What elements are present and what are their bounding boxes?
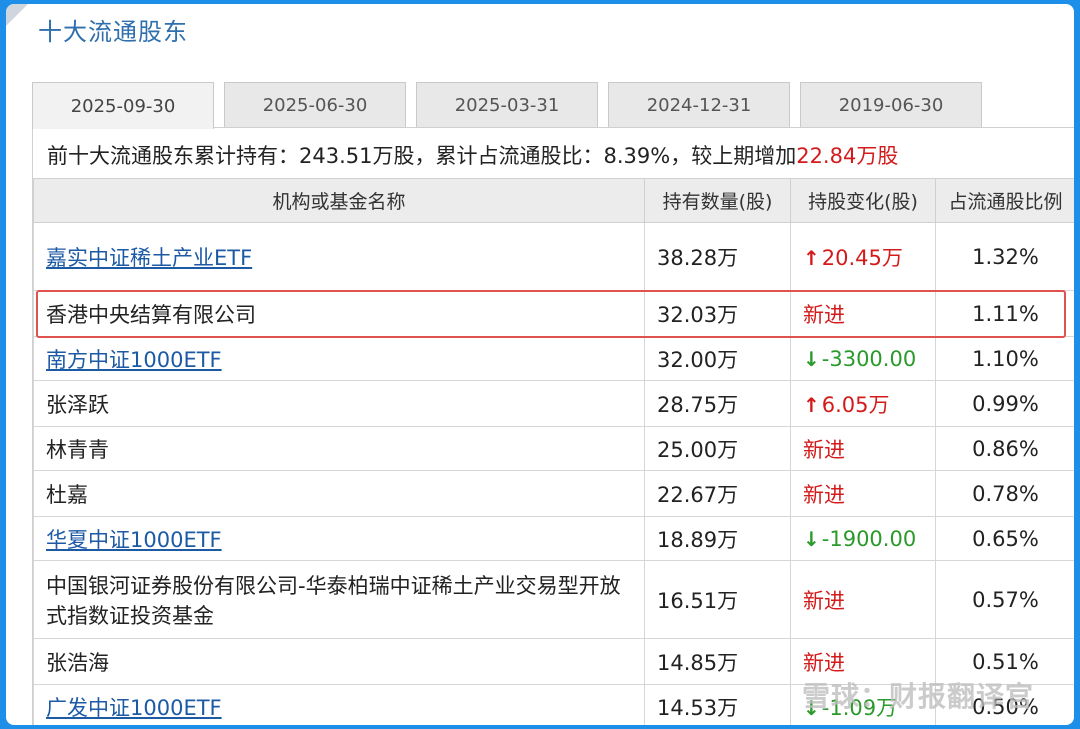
arrow-down-icon: ↓ <box>803 346 820 371</box>
table-header-row: 机构或基金名称 持有数量(股) 持股变化(股) 占流通股比例 <box>33 178 1074 223</box>
tab-2025-09-30[interactable]: 2025-09-30 <box>32 82 214 129</box>
holder-name: 杜嘉 <box>46 482 88 507</box>
cell-ratio: 0.99% <box>935 380 1074 427</box>
holdings-summary: 前十大流通股东累计持有：243.51万股，累计占流通股比：8.39%，较上期增加… <box>47 140 898 170</box>
table-row: 嘉实中证稀土产业ETF 38.28万 ↑20.45万 1.32% <box>33 222 1074 291</box>
tab-content: 前十大流通股东累计持有：243.51万股，累计占流通股比：8.39%，较上期增加… <box>32 127 1074 725</box>
table-row: 香港中央结算有限公司 32.03万 新进 1.11% <box>33 290 1074 337</box>
panel: 十大流通股东 2025-09-30 2025-06-30 2025-03-31 … <box>6 4 1074 725</box>
cell-holding: 18.89万 <box>644 516 791 561</box>
cell-name: 张浩海 <box>33 638 645 685</box>
cell-name: 华夏中证1000ETF <box>33 516 645 561</box>
tab-2019-06-30[interactable]: 2019-06-30 <box>800 82 982 128</box>
cell-holding: 38.28万 <box>644 222 791 291</box>
column-header-change: 持股变化(股) <box>790 178 936 223</box>
arrow-down-icon: ↓ <box>803 526 820 551</box>
cell-ratio: 0.86% <box>935 426 1074 471</box>
cell-name: 嘉实中证稀土产业ETF <box>33 222 645 291</box>
cell-name: 杜嘉 <box>33 470 645 517</box>
column-header-ratio: 占流通股比例 <box>935 178 1074 223</box>
change-value: 新进 <box>803 302 845 327</box>
holder-name: 张泽跃 <box>46 392 109 417</box>
holder-name: 林青青 <box>46 437 109 462</box>
cell-change: ↑20.45万 <box>790 222 936 291</box>
cell-change: ↓-3300.00 <box>790 336 936 381</box>
cell-name: 南方中证1000ETF <box>33 336 645 381</box>
summary-increase: 22.84万股 <box>796 144 899 168</box>
cell-change: ↓-1900.00 <box>790 516 936 561</box>
cell-ratio: 0.57% <box>935 560 1074 639</box>
cell-name: 张泽跃 <box>33 380 645 427</box>
cell-change: 新进 <box>790 470 936 517</box>
column-header-name: 机构或基金名称 <box>33 178 645 223</box>
change-value: 新进 <box>803 482 845 507</box>
cell-holding: 32.03万 <box>644 290 791 337</box>
change-value: -3300.00 <box>821 346 917 371</box>
cell-holding: 32.00万 <box>644 336 791 381</box>
panel-title: 十大流通股东 <box>38 18 188 46</box>
change-value: 新进 <box>803 650 845 675</box>
change-value: 新进 <box>803 588 845 613</box>
cell-name: 广发中证1000ETF <box>33 684 645 725</box>
cell-holding: 28.75万 <box>644 380 791 427</box>
arrow-up-icon: ↑ <box>803 392 820 417</box>
cell-change: 新进 <box>790 560 936 639</box>
change-value: 新进 <box>803 437 845 462</box>
column-header-holding: 持有数量(股) <box>644 178 791 223</box>
table-row: 南方中证1000ETF 32.00万 ↓-3300.00 1.10% <box>33 336 1074 381</box>
table-row: 华夏中证1000ETF 18.89万 ↓-1900.00 0.65% <box>33 516 1074 561</box>
tab-2025-03-31[interactable]: 2025-03-31 <box>416 82 598 128</box>
cell-holding: 16.51万 <box>644 560 791 639</box>
holder-name: 香港中央结算有限公司 <box>46 302 256 327</box>
change-value: -1900.00 <box>821 526 917 551</box>
holder-name: 中国银河证券股份有限公司-华泰柏瑞中证稀土产业交易型开放式指数证投资基金 <box>46 573 621 628</box>
fund-link[interactable]: 广发中证1000ETF <box>46 696 222 720</box>
change-value: 20.45万 <box>821 245 903 270</box>
cell-ratio: 1.11% <box>935 290 1074 337</box>
cell-holding: 22.67万 <box>644 470 791 517</box>
table-row: 林青青 25.00万 新进 0.86% <box>33 426 1074 471</box>
cell-holding: 14.85万 <box>644 638 791 685</box>
table-row: 杜嘉 22.67万 新进 0.78% <box>33 470 1074 517</box>
fund-link[interactable]: 南方中证1000ETF <box>46 348 222 372</box>
shareholders-table: 机构或基金名称 持有数量(股) 持股变化(股) 占流通股比例 嘉实中证稀土产业E… <box>33 178 1074 725</box>
cell-holding: 14.53万 <box>644 684 791 725</box>
change-value: 6.05万 <box>821 392 890 417</box>
cell-ratio: 1.10% <box>935 336 1074 381</box>
summary-text: 前十大流通股东累计持有：243.51万股，累计占流通股比：8.39%，较上期增加 <box>47 144 797 168</box>
corner-decoration <box>6 4 28 26</box>
cell-ratio: 0.78% <box>935 470 1074 517</box>
cell-change: 新进 <box>790 426 936 471</box>
cell-name: 林青青 <box>33 426 645 471</box>
cell-ratio: 1.32% <box>935 222 1074 291</box>
cell-name: 香港中央结算有限公司 <box>33 290 645 337</box>
fund-link[interactable]: 华夏中证1000ETF <box>46 528 222 552</box>
cell-name: 中国银河证券股份有限公司-华泰柏瑞中证稀土产业交易型开放式指数证投资基金 <box>33 560 645 639</box>
arrow-up-icon: ↑ <box>803 245 820 270</box>
tab-2025-06-30[interactable]: 2025-06-30 <box>224 82 406 128</box>
cell-change: ↑6.05万 <box>790 380 936 427</box>
table-row: 张泽跃 28.75万 ↑6.05万 0.99% <box>33 380 1074 427</box>
watermark: 雪球：财报翻译官 <box>801 680 1034 713</box>
cell-ratio: 0.65% <box>935 516 1074 561</box>
table-row: 中国银河证券股份有限公司-华泰柏瑞中证稀土产业交易型开放式指数证投资基金 16.5… <box>33 560 1074 639</box>
fund-link[interactable]: 嘉实中证稀土产业ETF <box>46 246 252 270</box>
holder-name: 张浩海 <box>46 650 109 675</box>
tab-2024-12-31[interactable]: 2024-12-31 <box>608 82 790 128</box>
cell-change: 新进 <box>790 290 936 337</box>
cell-holding: 25.00万 <box>644 426 791 471</box>
